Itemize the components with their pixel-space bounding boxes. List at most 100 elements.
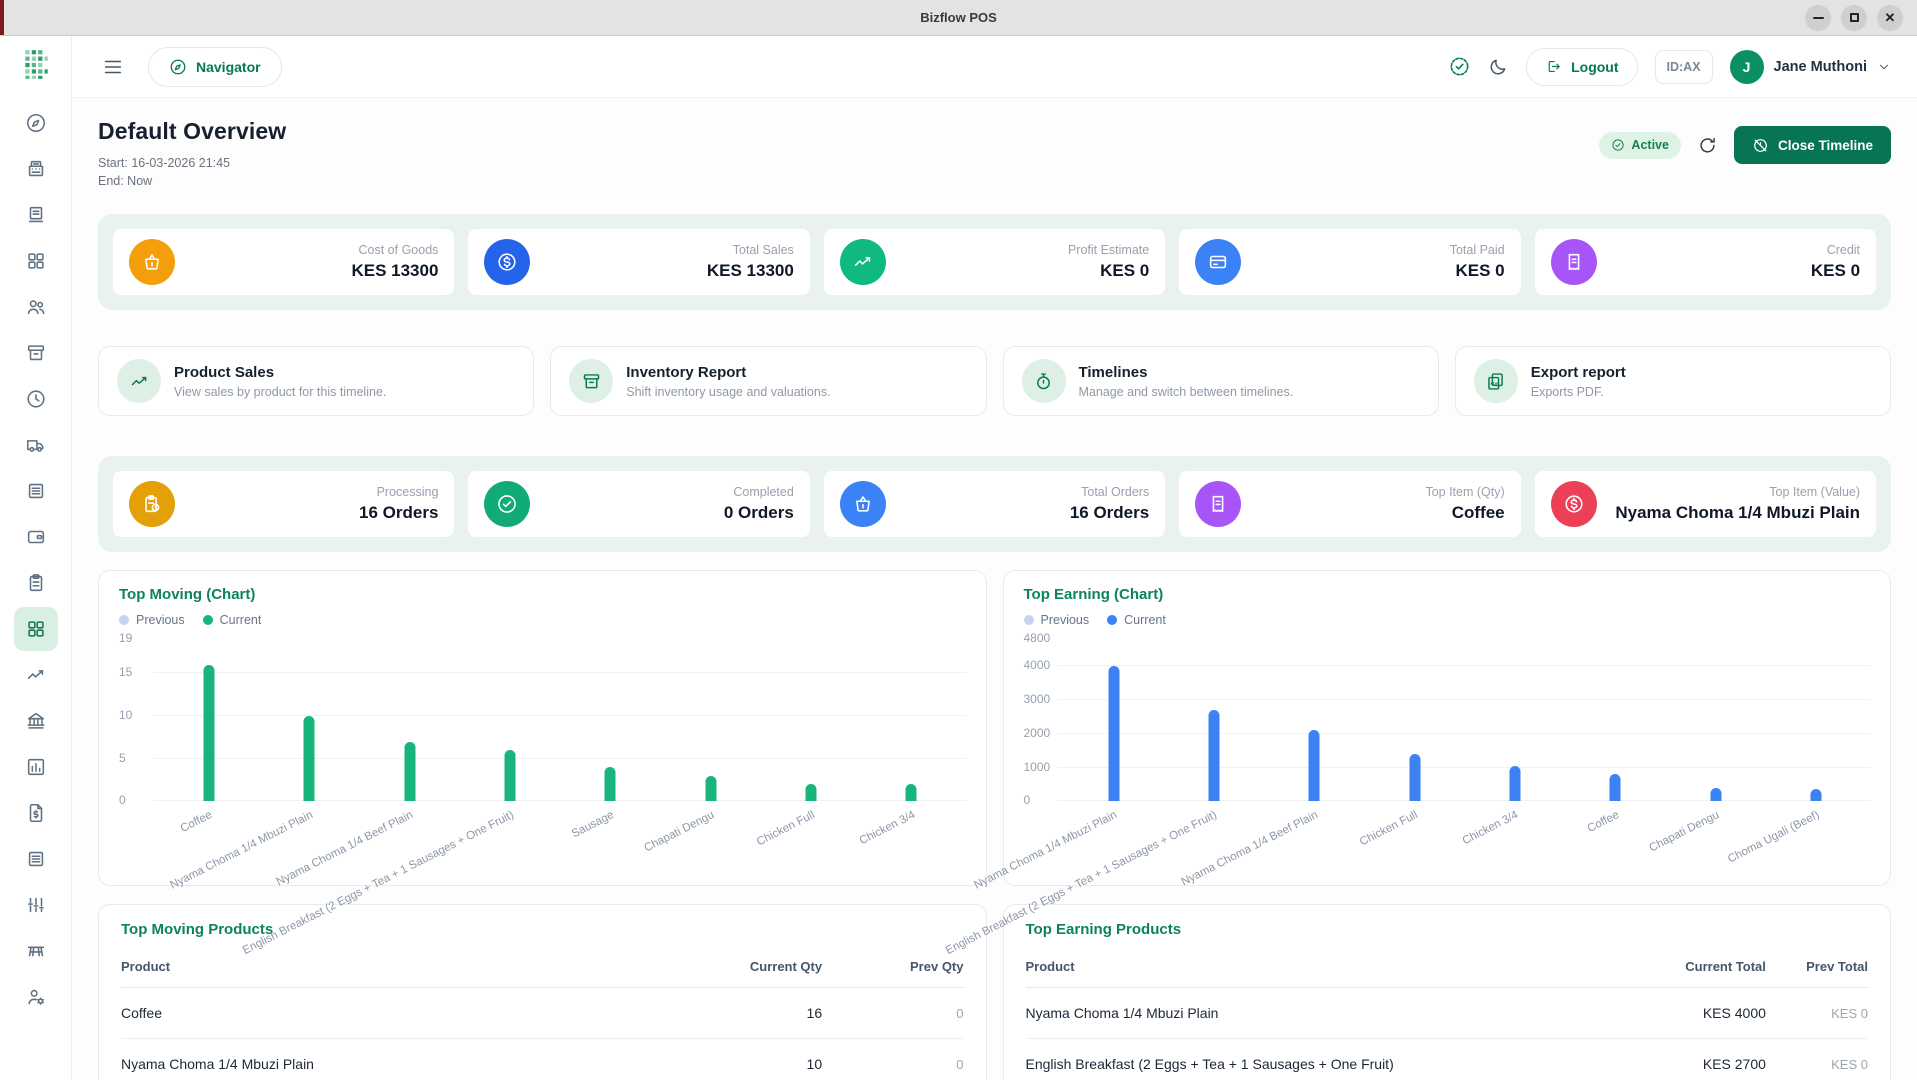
- action-card-export-report[interactable]: PDFExport reportExports PDF.: [1455, 346, 1891, 416]
- product-cell: Nyama Choma 1/4 Mbuzi Plain: [1026, 988, 1633, 1039]
- stat-label: Top Item (Qty): [1425, 485, 1504, 499]
- archive-icon: [581, 371, 602, 392]
- action-subtitle: View sales by product for this timeline.: [174, 385, 386, 399]
- stopwatch-icon: [1033, 371, 1054, 392]
- legend-dot: [1024, 615, 1034, 625]
- bar-current: [404, 742, 415, 802]
- minimize-button[interactable]: [1805, 5, 1831, 31]
- navigator-button[interactable]: Navigator: [148, 47, 282, 87]
- main-content: Default Overview Start: 16-03-2026 21:45…: [72, 98, 1917, 1080]
- chevron-down-icon: [1877, 60, 1891, 74]
- legend-item-previous[interactable]: Previous: [119, 613, 185, 627]
- dark-mode-toggle[interactable]: [1488, 56, 1509, 77]
- sidebar-item-inventory[interactable]: [14, 331, 58, 375]
- legend-label: Previous: [136, 613, 185, 627]
- sidebar-item-payments[interactable]: [14, 515, 58, 559]
- sidebar-item-register[interactable]: [14, 147, 58, 191]
- stat-value: KES 0: [1450, 261, 1505, 281]
- sidebar-item-shifts[interactable]: [14, 377, 58, 421]
- category-label: Coffee: [1585, 809, 1620, 835]
- sidebar-item-tasks[interactable]: [14, 561, 58, 605]
- sidebar-item-records[interactable]: [14, 837, 58, 881]
- stat-card-profit-estimate: Profit EstimateKES 0: [824, 229, 1165, 295]
- receipt2-icon: [1207, 493, 1229, 515]
- bar-current: [1309, 730, 1320, 801]
- bar-slot: [1264, 639, 1364, 801]
- legend-dot: [203, 615, 213, 625]
- category-label: Chapati Dengu: [1647, 809, 1721, 855]
- sidebar-item-dashboard[interactable]: [14, 607, 58, 651]
- stat-value: 16 Orders: [359, 503, 438, 523]
- bar-current: [1409, 754, 1420, 801]
- window-titlebar: Bizflow POS ✕: [0, 0, 1917, 36]
- sidebar-item-tables[interactable]: [14, 929, 58, 973]
- stats-row-financial: Cost of GoodsKES 13300Total SalesKES 133…: [98, 214, 1891, 310]
- invoices-icon: [25, 802, 47, 824]
- receipt2-icon: [1563, 251, 1585, 273]
- sidebar-item-accounts[interactable]: [14, 699, 58, 743]
- y-axis-tick: 1000: [1024, 760, 1051, 774]
- value-cell: KES 2700: [1633, 1039, 1766, 1080]
- basket-icon: [141, 251, 163, 273]
- sidebar-item-customers[interactable]: [14, 285, 58, 329]
- menu-icon[interactable]: [102, 56, 124, 78]
- sidebar-item-suppliers[interactable]: [14, 423, 58, 467]
- user-menu[interactable]: J Jane Muthoni: [1730, 50, 1891, 84]
- stat-card-completed: Completed0 Orders: [468, 471, 809, 537]
- bar-current: [505, 750, 516, 801]
- maximize-button[interactable]: [1841, 5, 1867, 31]
- legend-item-current[interactable]: Current: [203, 613, 262, 627]
- status-badge: Active: [1599, 132, 1681, 159]
- sidebar-item-menu-grid[interactable]: [14, 239, 58, 283]
- maximize-icon: [1850, 13, 1859, 22]
- logout-button[interactable]: Logout: [1526, 48, 1637, 86]
- sidebar-item-user-settings[interactable]: [14, 975, 58, 1019]
- dashboard-icon: [25, 618, 47, 640]
- bar-current: [1610, 774, 1621, 801]
- sidebar-item-trends[interactable]: [14, 653, 58, 697]
- sidebar-item-receipts[interactable]: [14, 193, 58, 237]
- chart-card-0: Top Moving (Chart) PreviousCurrent 05101…: [98, 570, 987, 886]
- table-card-0: Top Moving Products ProductCurrent QtyPr…: [98, 904, 987, 1080]
- value-cell: 0: [822, 1039, 963, 1080]
- close-timeline-label: Close Timeline: [1778, 138, 1873, 153]
- action-card-product-sales[interactable]: Product SalesView sales by product for t…: [98, 346, 534, 416]
- stat-label: Credit: [1811, 243, 1860, 257]
- table-title: Top Earning Products: [1026, 921, 1869, 938]
- avatar: J: [1730, 50, 1764, 84]
- bar-current: [1108, 666, 1119, 801]
- user-name: Jane Muthoni: [1774, 59, 1867, 75]
- sidebar-item-navigator[interactable]: [14, 101, 58, 145]
- minimize-icon: [1813, 17, 1824, 19]
- records-icon: [25, 848, 47, 870]
- sidebar-item-settings[interactable]: [14, 883, 58, 927]
- legend-item-current[interactable]: Current: [1107, 613, 1166, 627]
- stat-card-processing: Processing16 Orders: [113, 471, 454, 537]
- sidebar-item-orders[interactable]: [14, 469, 58, 513]
- bars-area: [159, 639, 962, 801]
- stat-value: 16 Orders: [1070, 503, 1149, 523]
- sidebar-item-invoices[interactable]: [14, 791, 58, 835]
- close-timeline-button[interactable]: Close Timeline: [1734, 126, 1891, 164]
- navigator-label: Navigator: [196, 59, 261, 75]
- receipt2-icon: [1195, 481, 1241, 527]
- legend-label: Previous: [1041, 613, 1090, 627]
- action-card-timelines[interactable]: TimelinesManage and switch between timel…: [1003, 346, 1439, 416]
- payments-icon: [25, 526, 47, 548]
- credit-card-icon: [1207, 251, 1229, 273]
- category-label: Chicken 3/4: [1461, 809, 1521, 847]
- bar-slot: [861, 639, 961, 801]
- category-label: Chapati Dengu: [642, 809, 716, 855]
- action-card-inventory-report[interactable]: Inventory ReportShift inventory usage an…: [550, 346, 986, 416]
- close-button[interactable]: ✕: [1877, 5, 1903, 31]
- action-title: Export report: [1531, 364, 1626, 381]
- value-cell: KES 4000: [1633, 988, 1766, 1039]
- page-title: Default Overview: [98, 118, 286, 145]
- stat-label: Total Paid: [1450, 243, 1505, 257]
- verified-seal-icon[interactable]: [1448, 55, 1471, 78]
- refresh-button[interactable]: [1697, 135, 1718, 156]
- stats-row-orders: Processing16 OrdersCompleted0 OrdersTota…: [98, 456, 1891, 552]
- stat-card-top-item-qty-: Top Item (Qty)Coffee: [1179, 471, 1520, 537]
- sidebar-item-reports[interactable]: [14, 745, 58, 789]
- legend-item-previous[interactable]: Previous: [1024, 613, 1090, 627]
